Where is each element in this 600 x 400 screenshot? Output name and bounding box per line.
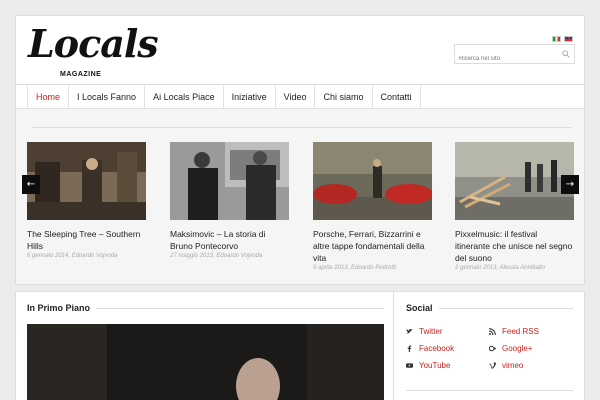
nav-item-ai-locals-piace[interactable]: Ai Locals Piace: [145, 85, 224, 109]
nav-item-home[interactable]: Home: [28, 85, 70, 109]
carousel-card[interactable]: Pixxelmusic: il festival itinerante che …: [455, 142, 574, 271]
language-switcher: [552, 36, 573, 42]
card-title[interactable]: Porsche, Ferrari, Bizzarrini e altre tap…: [313, 228, 432, 264]
nav-item-contatti[interactable]: Contatti: [373, 85, 421, 109]
card-meta: 2 gennaio 2013, Alessia Anniballo: [455, 265, 545, 271]
vimeo-label: vimeo: [502, 361, 524, 370]
featured-image[interactable]: [27, 324, 384, 400]
google-plus-link[interactable]: Google+: [489, 340, 572, 357]
nav-item-iniziative[interactable]: Iniziative: [224, 85, 276, 109]
featured-carousel: The Sleeping Tree – Southern Hills 6 gen…: [15, 109, 585, 285]
youtube-label: YouTube: [419, 361, 451, 370]
nav-item-chi-siamo[interactable]: Chi siamo: [315, 85, 373, 109]
carousel-next-button[interactable]: →: [561, 175, 579, 194]
feed-rss-link[interactable]: Feed RSS: [489, 323, 572, 340]
card-meta: 9 aprile 2013, Edoardo Pedrotti: [313, 265, 397, 271]
card-image[interactable]: [170, 142, 289, 220]
social-links: Twitter Feed RSS Facebook Google+ YouTub…: [406, 323, 576, 374]
card-meta: 27 maggio 2013, Edoardo Vojvoda: [170, 253, 263, 259]
logo-subtitle: MAGAZINE: [60, 71, 102, 78]
logo-wordmark: Locals: [28, 21, 159, 66]
arrow-left-icon: ←: [26, 179, 36, 190]
divider: [406, 390, 573, 391]
section-title: Social: [406, 303, 439, 313]
carousel-card[interactable]: Maksimovic – La storia di Bruno Pontecor…: [170, 142, 289, 259]
card-title[interactable]: The Sleeping Tree – Southern Hills: [27, 228, 146, 252]
facebook-icon: [407, 345, 412, 352]
search-icon[interactable]: [562, 50, 570, 58]
twitter-link[interactable]: Twitter: [406, 323, 489, 340]
vimeo-icon: [489, 362, 496, 369]
carousel-card[interactable]: Porsche, Ferrari, Bizzarrini e altre tap…: [313, 142, 432, 271]
youtube-icon: [406, 363, 413, 368]
section-title: In Primo Piano: [27, 303, 97, 313]
search-input[interactable]: [455, 50, 555, 68]
italian-flag-icon[interactable]: [552, 36, 561, 42]
card-meta: 6 gennaio 2014, Edoardo Vojvoda: [27, 253, 118, 259]
rss-icon: [489, 328, 496, 335]
feed-rss-label: Feed RSS: [502, 327, 539, 336]
main-nav: Home I Locals Fanno Ai Locals Piace Iniz…: [15, 84, 585, 109]
vimeo-link[interactable]: vimeo: [489, 357, 572, 374]
card-image[interactable]: [313, 142, 432, 220]
google-plus-label: Google+: [502, 344, 533, 353]
youtube-link[interactable]: YouTube: [406, 357, 489, 374]
google-plus-icon: [489, 345, 496, 352]
facebook-link[interactable]: Facebook: [406, 340, 489, 357]
card-image[interactable]: [27, 142, 146, 220]
nav-item-i-locals-fanno[interactable]: I Locals Fanno: [69, 85, 146, 109]
card-title[interactable]: Pixxelmusic: il festival itinerante che …: [455, 228, 574, 264]
card-image[interactable]: [455, 142, 574, 220]
social-section: Social Twitter Feed RSS Facebook Google+: [394, 291, 585, 400]
site-header: Locals MAGAZINE: [15, 15, 585, 84]
carousel-prev-button[interactable]: ←: [22, 175, 40, 194]
in-primo-piano-section: In Primo Piano: [15, 291, 394, 400]
search-box: [454, 44, 575, 68]
arrow-right-icon: →: [565, 179, 575, 190]
carousel-card[interactable]: The Sleeping Tree – Southern Hills 6 gen…: [27, 142, 146, 259]
nav-item-video[interactable]: Video: [276, 85, 316, 109]
twitter-label: Twitter: [419, 327, 443, 336]
twitter-icon: [406, 328, 413, 334]
divider: [32, 127, 572, 128]
facebook-label: Facebook: [419, 344, 455, 353]
card-title[interactable]: Maksimovic – La storia di Bruno Pontecor…: [170, 228, 289, 252]
locals-logo[interactable]: Locals MAGAZINE: [28, 22, 159, 82]
english-flag-icon[interactable]: [564, 36, 573, 42]
